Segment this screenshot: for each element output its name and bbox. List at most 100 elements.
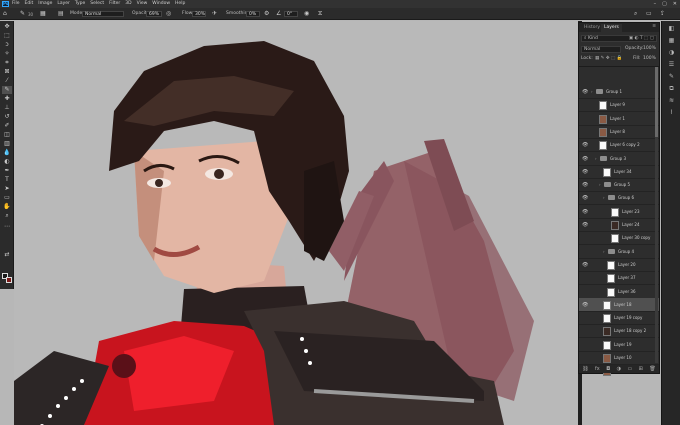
quick-select-tool-icon[interactable]: ✧	[2, 50, 12, 58]
path-select-tool-icon[interactable]: ➤	[2, 185, 12, 193]
swap-colors-icon[interactable]: ⇄	[2, 251, 12, 259]
visibility-eye-icon[interactable]: 👁	[582, 222, 588, 228]
pressure-opacity-icon[interactable]: ◎	[166, 11, 171, 17]
layer-group-row[interactable]: 👁 › Group 1	[579, 85, 659, 99]
expand-caret-icon[interactable]: ›	[603, 248, 605, 256]
layer-group-row[interactable]: 👁 › Group 3	[579, 152, 659, 166]
smoothing-field[interactable]: 0%	[246, 11, 260, 17]
app-logo[interactable]: Ps	[2, 1, 9, 7]
paths-panel-icon[interactable]: ⌇	[667, 109, 676, 117]
visibility-eye-icon[interactable]	[582, 102, 588, 108]
layer-opacity-field[interactable]: 100%	[643, 46, 656, 53]
menu-view[interactable]: View	[137, 1, 148, 7]
minimize-icon[interactable]: –	[654, 0, 657, 8]
layer-filter-select[interactable]: ⌕ Kind ▣ ◐ T ⬚ ▢	[581, 35, 657, 42]
eraser-tool-icon[interactable]: ◫	[2, 131, 12, 139]
pen-tool-icon[interactable]: ✒	[2, 167, 12, 175]
blur-tool-icon[interactable]: 💧	[2, 149, 12, 157]
menu-layer[interactable]: Layer	[57, 1, 70, 7]
marquee-tool-icon[interactable]: ⬚	[2, 32, 12, 40]
background-color-swatch[interactable]	[6, 277, 12, 283]
lock-icons[interactable]: ▦ ✎ ✥ ⬚ 🔒	[595, 56, 622, 63]
brushes-panel-icon[interactable]: ✎	[667, 73, 676, 81]
home-icon[interactable]: ⌂	[3, 11, 7, 17]
layer-group-row[interactable]: 👁 › Group 6	[579, 191, 659, 206]
move-tool-icon[interactable]: ✥	[2, 23, 12, 31]
expand-caret-icon[interactable]: ›	[599, 181, 601, 189]
gradient-tool-icon[interactable]: ▥	[2, 140, 12, 148]
visibility-eye-icon[interactable]	[582, 289, 588, 295]
menu-select[interactable]: Select	[90, 1, 104, 7]
adjustments-panel-icon[interactable]: ◑	[667, 49, 676, 57]
visibility-eye-icon[interactable]: 👁	[582, 182, 588, 188]
swatches-panel-icon[interactable]: ▦	[667, 37, 676, 45]
tab-history[interactable]: History	[581, 24, 603, 32]
expand-caret-icon[interactable]: ›	[595, 155, 597, 163]
pressure-size-icon[interactable]: ◉	[304, 11, 309, 17]
share-icon[interactable]: ⇪	[660, 11, 665, 17]
menu-help[interactable]: Help	[175, 1, 185, 7]
history-brush-tool-icon[interactable]: ↺	[2, 113, 12, 121]
search-icon[interactable]: ⌕	[634, 11, 637, 17]
visibility-eye-icon[interactable]	[582, 275, 588, 281]
adjustment-icon[interactable]: ◑	[617, 366, 621, 372]
visibility-eye-icon[interactable]: 👁	[582, 89, 588, 95]
layer-row[interactable]: 👁 Layer 20	[579, 258, 659, 272]
expand-caret-icon[interactable]: ›	[591, 88, 593, 96]
mixer-brush-tool-icon[interactable]: ✐	[2, 122, 12, 130]
visibility-eye-icon[interactable]: 👁	[582, 209, 588, 215]
more-tools-icon[interactable]: ⋯	[2, 223, 12, 231]
opacity-field[interactable]: 69%	[146, 11, 162, 17]
workspace-icon[interactable]: ▭	[646, 11, 652, 17]
layer-row[interactable]: 👁 Layer 23	[579, 205, 659, 219]
visibility-eye-icon[interactable]	[582, 355, 588, 361]
link-layers-icon[interactable]: ⛓	[582, 366, 588, 372]
channels-panel-icon[interactable]: ≋	[667, 97, 676, 105]
brush-panel-icon[interactable]: ▤	[58, 11, 64, 17]
healing-tool-icon[interactable]: ✚	[2, 95, 12, 103]
layers-scrollbar[interactable]	[655, 67, 658, 363]
brush-size[interactable]: 30	[28, 12, 33, 18]
menu-window[interactable]: Window	[152, 1, 170, 7]
visibility-eye-icon[interactable]: 👁	[582, 302, 588, 308]
maximize-icon[interactable]: ▢	[662, 0, 667, 8]
mode-select[interactable]: Normal	[82, 11, 124, 17]
layer-row[interactable]: 👁 Layer 34	[579, 165, 659, 179]
shape-tool-icon[interactable]: ▭	[2, 194, 12, 202]
type-tool-icon[interactable]: T	[2, 176, 12, 184]
brush-settings-icon[interactable]: ▦	[40, 11, 46, 17]
blend-mode-select[interactable]: Normal	[581, 46, 621, 53]
angle-field[interactable]: 0°	[284, 11, 298, 17]
crop-tool-icon[interactable]: ⌗	[2, 59, 12, 67]
eyedropper-tool-icon[interactable]: ⁄	[2, 77, 12, 85]
layer-row[interactable]: Layer 37	[579, 271, 659, 286]
dodge-tool-icon[interactable]: ◐	[2, 158, 12, 166]
brush-tool-icon[interactable]: ✎	[2, 86, 12, 94]
layer-row[interactable]: 👁 Layer 6 copy 2	[579, 138, 659, 153]
document-canvas[interactable]	[14, 21, 578, 425]
flow-field[interactable]: 30%	[192, 11, 206, 17]
visibility-eye-icon[interactable]	[582, 342, 588, 348]
lasso-tool-icon[interactable]: ↄ	[2, 41, 12, 49]
visibility-eye-icon[interactable]	[582, 235, 588, 241]
new-group-icon[interactable]: ▭	[627, 366, 632, 372]
airbrush-icon[interactable]: ✈	[212, 11, 217, 17]
tab-layers[interactable]: Layers	[601, 24, 622, 32]
layer-group-row[interactable]: 👁 › Group 5	[579, 178, 659, 193]
visibility-eye-icon[interactable]: 👁	[582, 142, 588, 148]
filter-icons[interactable]: ▣ ◐ T ⬚ ▢	[629, 36, 654, 42]
layer-row[interactable]: Layer 19	[579, 338, 659, 352]
smoothing-settings-icon[interactable]: ⚙	[264, 11, 269, 17]
layer-row[interactable]: Layer 36	[579, 285, 659, 299]
visibility-eye-icon[interactable]: 👁	[582, 156, 588, 162]
layer-row[interactable]: Layer 19 copy	[579, 311, 659, 326]
frame-tool-icon[interactable]: ⊠	[2, 68, 12, 76]
layer-row[interactable]: Layer 1	[579, 112, 659, 126]
color-panel-icon[interactable]: ◧	[667, 25, 676, 33]
new-layer-icon[interactable]: ⊞	[639, 366, 643, 372]
layer-group-row[interactable]: › Group 4	[579, 245, 659, 259]
layer-row[interactable]: 👁 Layer 24	[579, 218, 659, 232]
scrollbar-thumb[interactable]	[655, 67, 658, 137]
brush-preset-icon[interactable]: ✎	[20, 11, 25, 17]
visibility-eye-icon[interactable]: 👁	[582, 262, 588, 268]
